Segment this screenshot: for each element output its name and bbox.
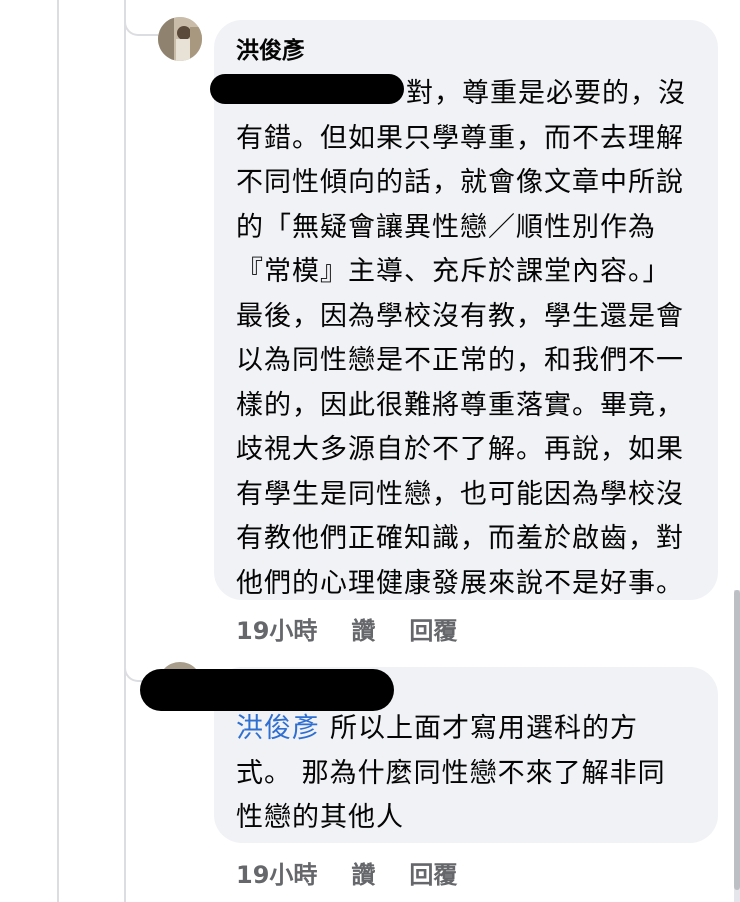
comment-text: 洪俊彥 所以上面才寫用選科的方 式。 那為什麼同性戀不來了解非同 性戀的其他人 xyxy=(236,707,696,841)
comment-actions: 19小時 讚 回覆 xyxy=(236,855,457,890)
avatar-photo xyxy=(158,17,202,61)
reply-button[interactable]: 回覆 xyxy=(409,611,457,646)
comment-line: 性戀的其他人 xyxy=(236,802,404,833)
redaction-bar xyxy=(140,669,394,711)
comment-thread: 洪俊彥 對，尊重是必要的，沒 有錯。但如果只學尊重，而不去理解 不同性傾向的話，… xyxy=(0,0,740,902)
comment-line: 他們的心理健康發展來說不是好事。 xyxy=(236,567,684,599)
comment-line: 洪俊彥 所以上面才寫用選科的方 xyxy=(236,707,696,752)
comment-line: 有教他們正確知識，而羞於啟齒，對 xyxy=(236,523,684,554)
comment-author[interactable]: 洪俊彥 xyxy=(236,36,696,66)
comment-line: 『常模』主導、充斥於課堂內容。」 xyxy=(236,256,671,287)
redaction-bar xyxy=(210,74,404,104)
reply-connector xyxy=(124,0,158,36)
comment-timestamp[interactable]: 19小時 xyxy=(236,611,317,646)
comment-line: 以為同性戀是不正常的，和我們不一 xyxy=(236,345,684,376)
like-button[interactable]: 讚 xyxy=(351,855,375,890)
comment-bubble: 洪俊彥 對，尊重是必要的，沒 有錯。但如果只學尊重，而不去理解 不同性傾向的話，… xyxy=(214,20,718,600)
reply-button[interactable]: 回覆 xyxy=(409,855,457,890)
comment-timestamp[interactable]: 19小時 xyxy=(236,855,317,890)
thread-line xyxy=(57,0,59,902)
comment-line: 有學生是同性戀，也可能因為學校沒 xyxy=(236,478,684,510)
comment-line: 式。 那為什麼同性戀不來了解非同 xyxy=(236,757,666,789)
comment-text: 對，尊重是必要的，沒 有錯。但如果只學尊重，而不去理解 不同性傾向的話，就會像文… xyxy=(236,72,696,606)
comment-actions: 19小時 讚 回覆 xyxy=(236,611,457,646)
comment-line: 最後，因為學校沒有教，學生還是會 xyxy=(236,300,684,332)
comment-line-text: 所以上面才寫用選科的方 xyxy=(330,713,638,744)
comment-line: 的「無疑會讓異性戀／順性別作為 xyxy=(236,211,656,243)
like-button[interactable]: 讚 xyxy=(351,611,375,646)
scrollbar-thumb[interactable] xyxy=(734,590,740,890)
reply-thread-line xyxy=(124,0,126,902)
comment-line: 樣的，因此很難將尊重落實。畢竟， xyxy=(236,389,684,421)
comment-line: 歧視大多源自於不了解。再說，如果 xyxy=(236,434,684,465)
mention-link[interactable]: 洪俊彥 xyxy=(236,713,320,744)
avatar[interactable] xyxy=(158,17,202,61)
comment-line: 有錯。但如果只學尊重，而不去理解 xyxy=(236,122,684,154)
comment-line: 不同性傾向的話，就會像文章中所說 xyxy=(236,167,684,198)
